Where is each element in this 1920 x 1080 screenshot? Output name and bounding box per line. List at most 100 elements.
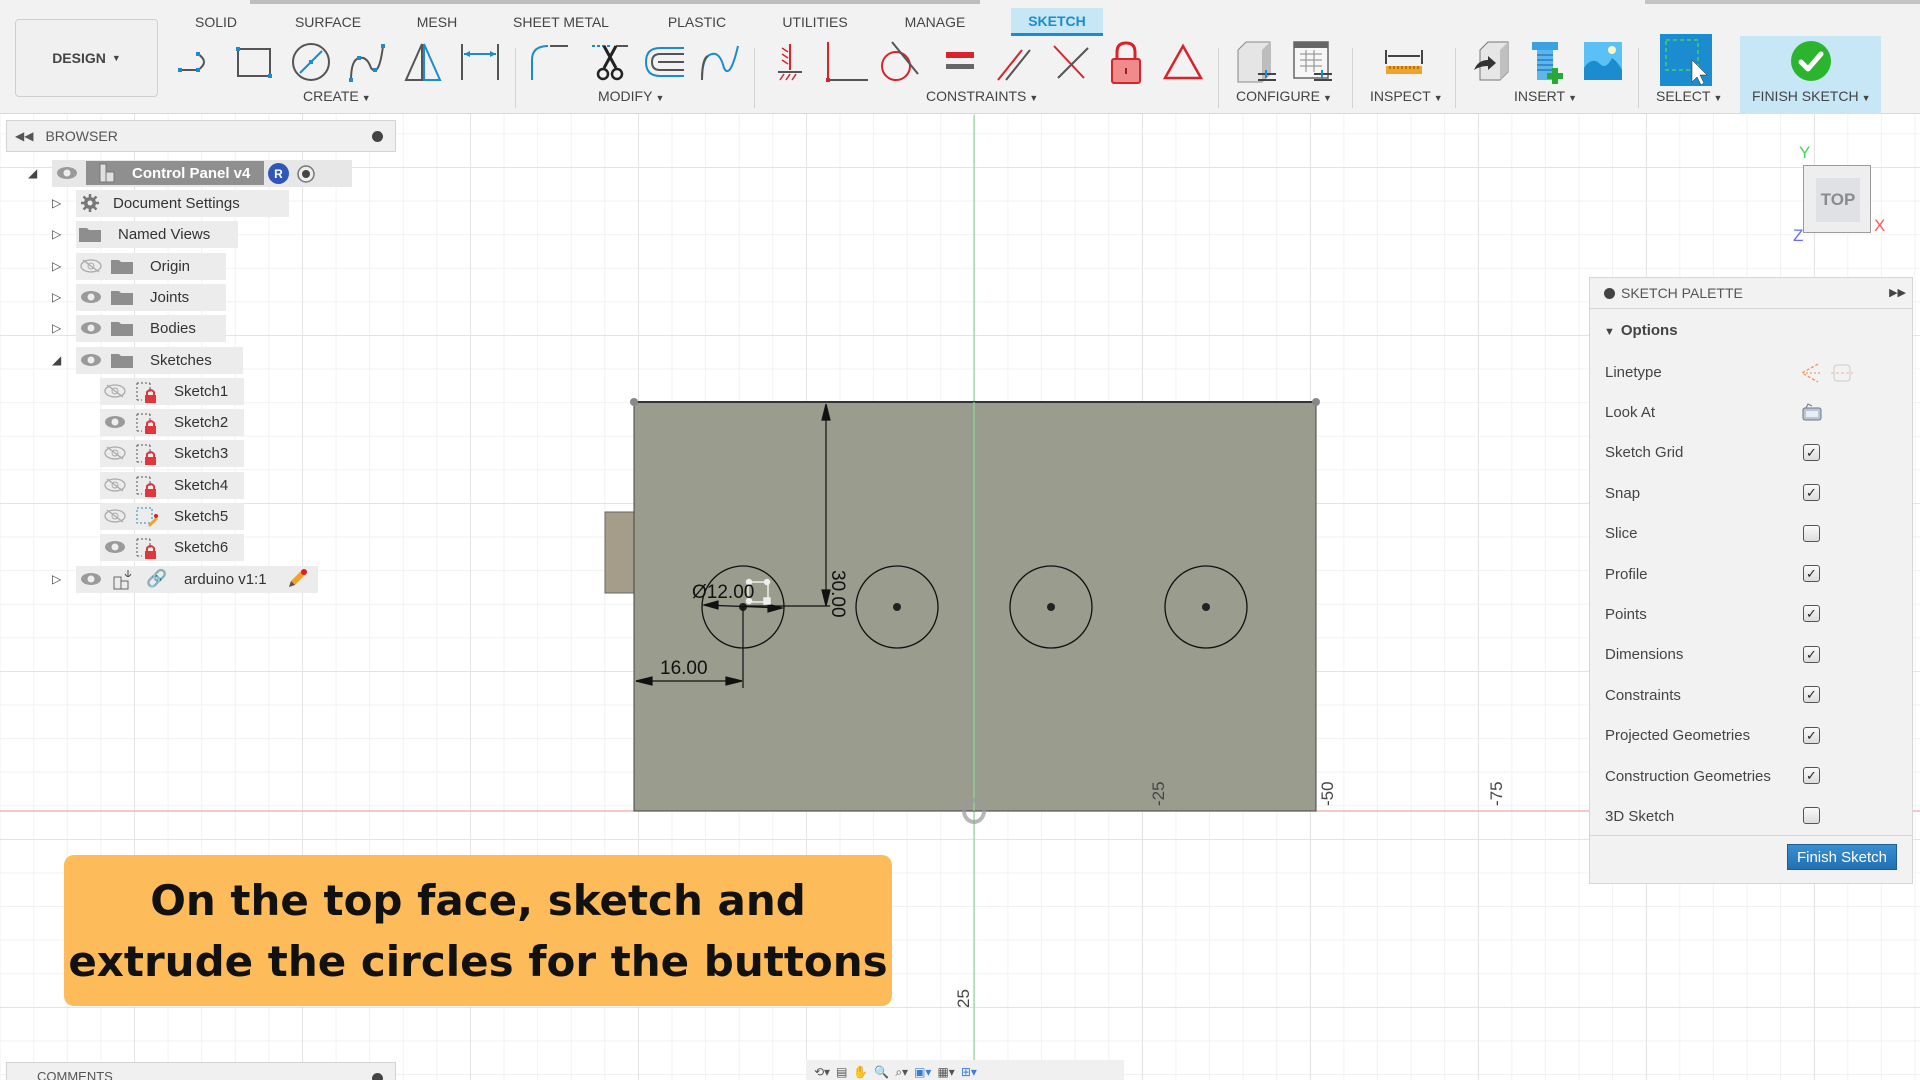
fit-curve-icon[interactable] xyxy=(698,40,742,84)
visibility-eye-icon[interactable] xyxy=(80,321,102,335)
fix-lock-icon[interactable] xyxy=(1104,40,1148,84)
browser-panel-header[interactable]: ◀◀ BROWSER xyxy=(6,120,396,152)
display-settings-icon[interactable]: ▣▾ xyxy=(914,1065,931,1079)
unchecked-checkbox[interactable] xyxy=(1803,807,1820,825)
finish-sketch-button[interactable]: Finish Sketch xyxy=(1787,844,1897,870)
checked-checkbox[interactable]: ✓ xyxy=(1803,645,1820,663)
visibility-eye-icon[interactable] xyxy=(104,415,126,429)
configure-menu[interactable]: CONFIGURE ▼ xyxy=(1236,88,1332,104)
modify-menu[interactable]: MODIFY ▼ xyxy=(598,88,664,104)
corner-point[interactable] xyxy=(630,398,638,406)
tab-manage[interactable]: MANAGE xyxy=(898,8,972,36)
fillet-icon[interactable] xyxy=(528,40,572,84)
visibility-eye-icon[interactable] xyxy=(80,290,102,304)
look-at-icon[interactable]: ▤ xyxy=(836,1065,847,1079)
configure-parameters-icon[interactable] xyxy=(1234,40,1278,84)
insert-mcmaster-icon[interactable] xyxy=(1526,40,1570,84)
circle-center-point[interactable] xyxy=(893,603,901,611)
mirror-icon[interactable] xyxy=(402,40,446,84)
checked-checkbox[interactable]: ✓ xyxy=(1803,565,1820,582)
finish-sketch-check-icon[interactable] xyxy=(1790,40,1832,82)
offset-icon[interactable] xyxy=(642,40,686,84)
dimension-icon[interactable] xyxy=(458,40,502,84)
line-icon[interactable] xyxy=(176,40,220,84)
create-menu[interactable]: CREATE ▼ xyxy=(303,88,371,104)
hidden-eye-icon[interactable] xyxy=(104,446,126,461)
pin-icon[interactable] xyxy=(372,131,383,142)
tab-sketch[interactable]: SKETCH xyxy=(1011,8,1103,36)
collapse-panel-icon[interactable]: ◀◀ xyxy=(15,129,33,143)
hidden-eye-icon[interactable] xyxy=(104,478,126,492)
viewcube-box[interactable]: TOP xyxy=(1803,165,1871,233)
inspect-menu[interactable]: INSPECT ▼ xyxy=(1370,88,1443,104)
checked-checkbox[interactable]: ✓ xyxy=(1803,484,1820,502)
collapse-palette-icon[interactable] xyxy=(1604,287,1615,299)
expand-triangle-icon[interactable]: ▷ xyxy=(52,196,61,210)
constraints-menu[interactable]: CONSTRAINTS ▼ xyxy=(926,88,1038,104)
circle-icon[interactable] xyxy=(289,40,333,84)
select-icon[interactable] xyxy=(1660,34,1712,86)
spline-icon[interactable] xyxy=(345,40,389,84)
viewcube-face-top[interactable]: TOP xyxy=(1816,178,1860,222)
visibility-eye-icon[interactable] xyxy=(80,572,102,586)
tangent-icon[interactable] xyxy=(878,40,922,84)
checked-checkbox[interactable]: ✓ xyxy=(1803,443,1820,461)
visibility-eye-icon[interactable] xyxy=(80,353,102,367)
insert-menu[interactable]: INSERT ▼ xyxy=(1514,88,1577,104)
zoom-icon[interactable]: 🔍 xyxy=(874,1065,889,1079)
checked-checkbox[interactable]: ✓ xyxy=(1803,767,1820,784)
corner-point[interactable] xyxy=(1312,398,1320,406)
pan-icon[interactable]: ✋ xyxy=(853,1065,868,1079)
horizontal-dimension[interactable]: 16.00 xyxy=(660,658,708,679)
browser-root-item[interactable]: ◢ Control Panel v4 R xyxy=(28,160,352,187)
tab-utilities[interactable]: UTILITIES xyxy=(778,8,852,36)
coincident-icon[interactable] xyxy=(824,40,868,84)
circle-center-point[interactable] xyxy=(1047,603,1055,611)
diameter-dimension[interactable]: Ø12.00 xyxy=(692,582,754,603)
expand-triangle-icon[interactable]: ▷ xyxy=(52,259,61,273)
configure-table-icon[interactable] xyxy=(1290,40,1334,84)
collapse-triangle-icon[interactable]: ◢ xyxy=(28,166,37,180)
perpendicular-icon[interactable] xyxy=(1048,40,1092,84)
parallel-icon[interactable] xyxy=(992,40,1036,84)
tab-sheet-metal[interactable]: SHEET METAL xyxy=(508,8,614,36)
expand-triangle-icon[interactable]: ▷ xyxy=(52,572,61,586)
comments-panel[interactable]: COMMENTS xyxy=(6,1062,396,1080)
trim-icon[interactable] xyxy=(588,40,632,84)
expand-triangle-icon[interactable]: ▷ xyxy=(52,227,61,241)
checked-checkbox[interactable]: ✓ xyxy=(1803,686,1820,704)
tab-solid[interactable]: SOLID xyxy=(190,8,242,36)
vertical-dimension[interactable]: 30.00 xyxy=(827,570,848,618)
grid-settings-icon[interactable]: ▦▾ xyxy=(937,1065,954,1079)
tab-plastic[interactable]: PLASTIC xyxy=(660,8,734,36)
checked-checkbox[interactable]: ✓ xyxy=(1803,726,1820,744)
select-menu[interactable]: SELECT ▼ xyxy=(1656,88,1722,104)
expand-palette-icon[interactable]: ▶▶ xyxy=(1889,286,1906,299)
visibility-eye-icon[interactable] xyxy=(104,540,126,554)
expand-triangle-icon[interactable]: ▷ xyxy=(52,321,61,335)
horizontal-vertical-icon[interactable] xyxy=(768,40,812,84)
sketch-palette-header[interactable]: SKETCH PALETTE ▶▶ xyxy=(1590,278,1912,309)
activate-radio-icon[interactable] xyxy=(296,164,316,184)
checked-checkbox[interactable]: ✓ xyxy=(1803,605,1820,623)
measure-icon[interactable] xyxy=(1382,40,1426,84)
pin-icon[interactable] xyxy=(372,1073,383,1080)
expand-triangle-icon[interactable]: ▷ xyxy=(52,290,61,304)
hidden-eye-icon[interactable] xyxy=(80,258,102,273)
orbit-icon[interactable]: ⟲▾ xyxy=(814,1065,830,1079)
zoom-window-icon[interactable]: ⌕▾ xyxy=(895,1065,908,1080)
viewports-icon[interactable]: ⊞▾ xyxy=(961,1065,977,1079)
linetype-toggle-group[interactable] xyxy=(1798,362,1858,384)
insert-canvas-icon[interactable] xyxy=(1582,40,1626,84)
circle-center-point[interactable] xyxy=(1202,603,1210,611)
hidden-eye-icon[interactable] xyxy=(104,384,126,398)
tab-surface[interactable]: SURFACE xyxy=(290,8,366,36)
visibility-eye-icon[interactable] xyxy=(56,166,78,180)
collapse-triangle-icon[interactable]: ◢ xyxy=(52,353,61,367)
options-section-header[interactable]: ▼ Options xyxy=(1604,322,1678,339)
look-at-icon[interactable] xyxy=(1801,402,1823,422)
rectangle-icon[interactable] xyxy=(232,40,276,84)
finish-sketch-menu[interactable]: FINISH SKETCH ▼ xyxy=(1752,88,1871,104)
hidden-eye-icon[interactable] xyxy=(104,509,126,523)
unchecked-checkbox[interactable] xyxy=(1803,524,1820,542)
